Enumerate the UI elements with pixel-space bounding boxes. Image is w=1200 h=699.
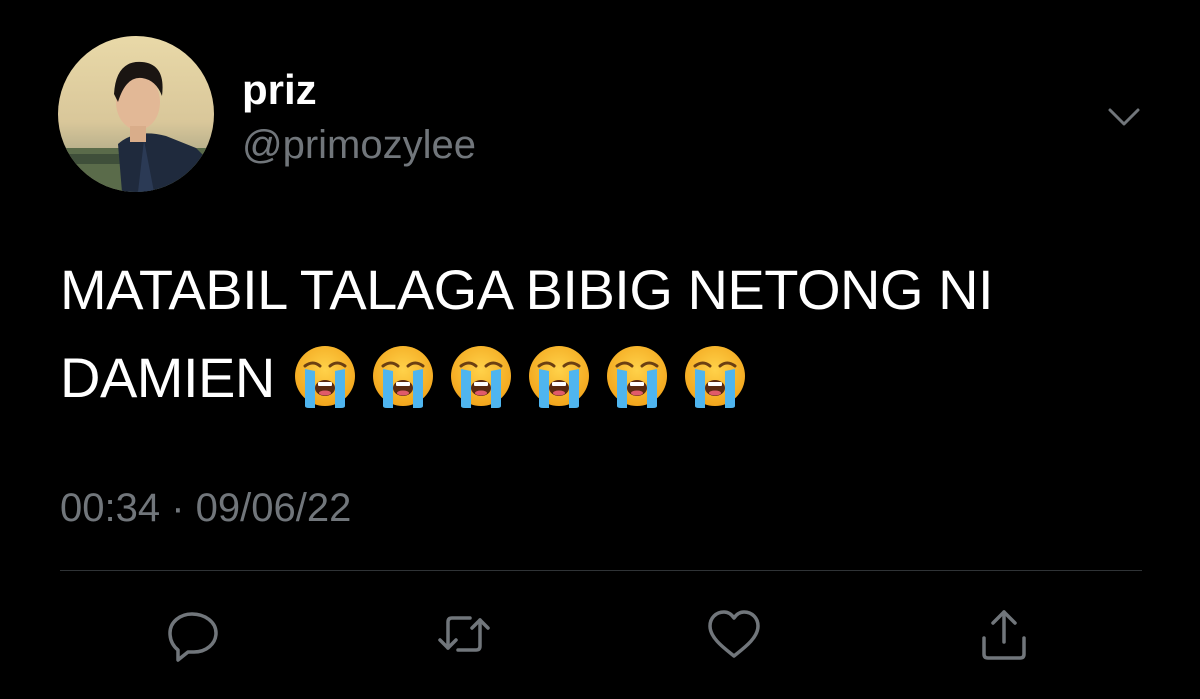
display-name[interactable]: priz: [242, 66, 317, 114]
chevron-down-icon[interactable]: [1106, 102, 1142, 130]
share-button[interactable]: [974, 604, 1034, 664]
tweet-card: priz @primozylee MATABIL TALAGA BIBIG NE…: [0, 0, 1200, 699]
loudly-crying-face-icon: [293, 344, 357, 409]
heart-icon: [708, 610, 760, 658]
tweet-timestamp[interactable]: 00:34 · 09/06/22: [60, 484, 351, 532]
retweet-button[interactable]: [434, 604, 494, 664]
avatar-photo: [58, 36, 214, 192]
loudly-crying-face-icon: [527, 344, 591, 409]
like-button[interactable]: [704, 604, 764, 664]
speech-bubble-icon: [168, 612, 218, 662]
user-handle[interactable]: @primozylee: [242, 122, 476, 168]
loudly-crying-face-icon: [371, 344, 435, 409]
tweet-text-line-1: MATABIL TALAGA BIBIG NETONG NI: [60, 258, 994, 321]
tweet-text-line-2: DAMIEN: [60, 334, 1150, 422]
reply-button[interactable]: [164, 604, 224, 664]
divider: [60, 570, 1142, 571]
tweet-text-line-2-words: DAMIEN: [60, 346, 275, 409]
share-icon: [982, 610, 1026, 660]
loudly-crying-face-icon: [449, 344, 513, 409]
loudly-crying-face-icon: [683, 344, 747, 409]
tweet-text: MATABIL TALAGA BIBIG NETONG NI DAMIEN: [60, 246, 1150, 422]
loudly-crying-face-icon: [605, 344, 669, 409]
avatar[interactable]: [58, 36, 214, 192]
retweet-icon: [438, 616, 490, 652]
emoji-row: [293, 344, 747, 409]
